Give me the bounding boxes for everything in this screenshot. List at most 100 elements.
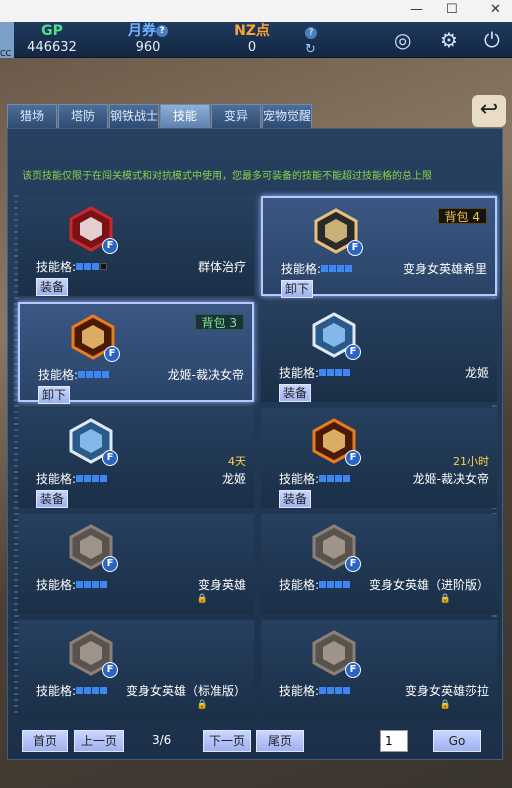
slot-square [92,581,100,588]
tab-item[interactable]: 猎场 [7,104,57,129]
slot-square [343,475,351,482]
equip-button[interactable]: 装备 [36,490,68,508]
help-icon[interactable]: ? [156,25,168,37]
slot-square [319,581,327,588]
unequip-button[interactable]: 卸下 [38,386,70,404]
tab-item[interactable]: 技能 [160,104,210,129]
prev-page-button[interactable]: 上一页 [74,730,124,752]
equip-button[interactable]: 装备 [279,384,311,402]
yuequan-value: 960 [135,40,161,55]
skill-name: 龙姬-裁决女帝 [412,472,489,486]
slot-square [100,263,108,270]
tab-item[interactable]: 塔防 [58,104,108,129]
go-button[interactable]: Go [433,730,481,752]
f-key-badge: F [345,344,361,360]
nz-stat: NZ点 0 [222,22,282,56]
skill-card[interactable]: F 技能格: 变身英雄 🔒 [18,514,254,614]
skill-card[interactable]: F 技能格: 龙姬-裁决女帝 背包 3 卸下 [18,302,254,404]
window-titlebar: — ☐ ✕ [0,0,512,22]
slot-label: 技能格: [279,366,320,380]
slot-square [86,371,94,378]
slot-row: 技能格: [281,260,353,277]
slot-square [100,475,108,482]
tab-item[interactable]: 变异 [211,104,261,129]
first-page-button[interactable]: 首页 [22,730,68,752]
slot-square [84,263,92,270]
close-icon[interactable]: ✕ [490,2,501,17]
slot-square [335,581,343,588]
gp-label: GP [41,23,63,39]
slot-square [76,263,84,270]
slot-square [84,581,92,588]
skill-name: 龙姬 [464,366,489,380]
slot-square [76,687,84,694]
gp-value: 446632 [27,40,77,55]
last-page-button[interactable]: 尾页 [256,730,304,752]
slot-row: 技能格: [279,364,351,381]
slot-square [329,265,337,272]
minimize-icon[interactable]: — [410,2,423,17]
lock-icon: 🔒 [439,700,451,710]
skill-card[interactable]: F 技能格: 变身女英雄希里 背包 4 卸下 [261,196,497,298]
gp-stat: GP 446632 [22,22,82,56]
power-icon[interactable]: ⏻ [484,28,500,52]
f-key-badge: F [102,238,118,254]
help-icon[interactable]: ? [305,27,317,39]
slot-square [327,581,335,588]
satellite-icon[interactable]: ◎ [394,28,411,52]
unequip-button[interactable]: 卸下 [281,280,313,298]
skill-card[interactable]: F 技能格: 龙姬装备 [261,302,497,402]
skill-card[interactable]: F 技能格: 龙姬-裁决女帝 21小时 装备 [261,408,497,508]
skill-card[interactable]: F 技能格: 龙姬 4天 装备 [18,408,254,508]
pagination: 首页 上一页 3/6 下一页 尾页 Go [0,730,512,752]
slot-square [327,369,335,376]
slot-square [100,581,108,588]
lock-icon: 🔒 [196,700,208,710]
skill-name: 变身女英雄（进阶版） [368,578,489,592]
avatar[interactable]: CC [0,22,14,58]
f-key-badge: F [102,450,118,466]
gear-icon[interactable]: ⚙ [440,28,458,52]
f-key-badge: F [345,450,361,466]
yuequan-stat: 月券? 960 [118,22,178,56]
slot-square [92,687,100,694]
equip-button[interactable]: 装备 [279,490,311,508]
skill-card[interactable]: F 技能格: 变身女英雄（标准版） 🔒 [18,620,254,720]
skill-name: 变身英雄 [197,578,246,592]
skill-name: 龙姬-裁决女帝 [167,368,244,382]
maximize-icon[interactable]: ☐ [446,2,458,17]
skill-card[interactable]: F 技能格: 变身女英雄（进阶版） 🔒 [261,514,497,614]
slot-row: 技能格: [279,576,351,593]
slot-square [319,687,327,694]
category-tabs: 猎场 塔防 钢铁战士 技能 变异 宠物觉醒 [7,104,313,130]
refresh-icon[interactable]: ↻ [305,42,316,57]
nz-label: NZ点 [234,23,270,39]
skill-card[interactable]: F 技能格: 群体治疗 装备 [18,196,254,296]
back-button[interactable]: ↩ [472,95,506,127]
page-input[interactable] [380,730,408,752]
tab-item[interactable]: 宠物觉醒 [262,104,312,129]
skill-name: 龙姬 [221,472,246,486]
slot-square [337,265,345,272]
slot-square [76,475,84,482]
tab-item[interactable]: 钢铁战士 [109,104,159,129]
lock-icon: 🔒 [439,594,451,604]
nz-value: 0 [247,40,257,55]
next-page-button[interactable]: 下一页 [203,730,251,752]
currency-bar: CC GP 446632 月券? 960 NZ点 0 ? ↻ ◎ ⚙ ⏻ [0,22,512,58]
skill-grid: F 技能格: 群体治疗 装备 F 技能格: 变身女英雄希里 背包 4 卸下 F 技能格: 龙姬-裁决女… [12,190,500,720]
f-key-badge: F [345,662,361,678]
skill-name: 群体治疗 [197,260,246,274]
f-key-badge: F [102,662,118,678]
slot-square [343,687,351,694]
slot-label: 技能格: [279,578,320,592]
f-key-badge: F [347,240,363,256]
duration-label: 4天 [228,455,246,468]
f-key-badge: F [345,556,361,572]
slot-square [319,369,327,376]
slot-square [321,265,329,272]
slot-square [345,265,353,272]
slot-square [102,371,110,378]
equip-button[interactable]: 装备 [36,278,68,296]
skill-card[interactable]: F 技能格: 变身女英雄莎拉 🔒 [261,620,497,720]
